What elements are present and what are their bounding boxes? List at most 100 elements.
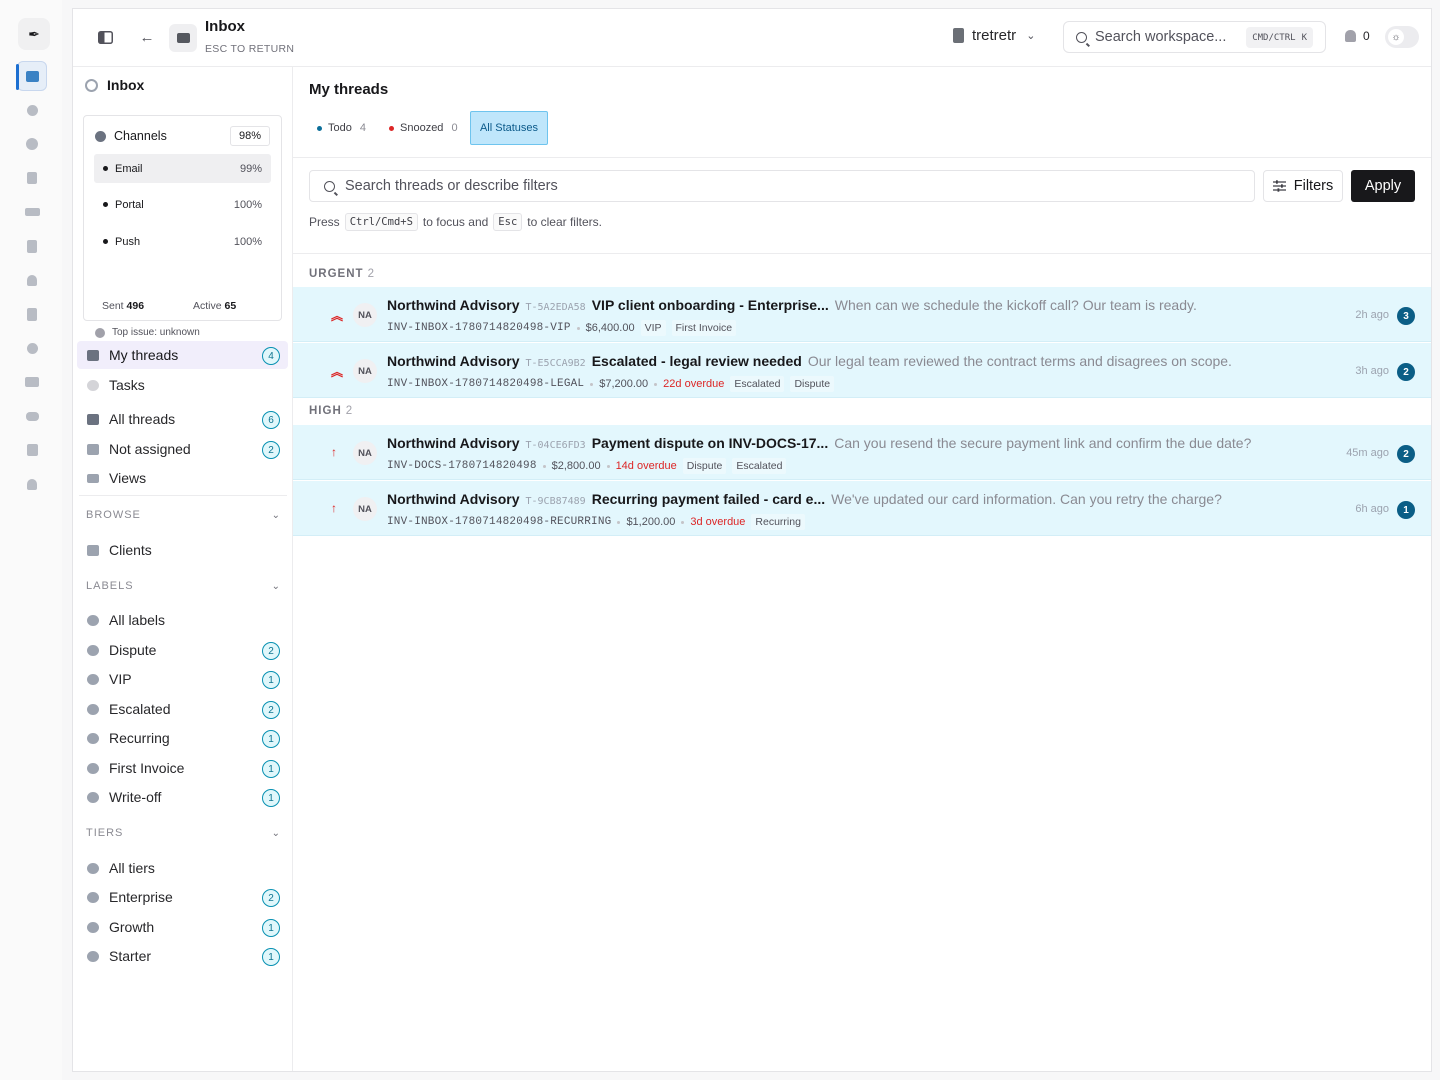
thread-row[interactable]: ↑ NA Northwind Advisory T-04CE6FD3 Payme…: [293, 425, 1431, 480]
rail-copy-icon[interactable]: [17, 163, 47, 193]
search-icon: [1076, 31, 1087, 43]
tag-icon: [87, 791, 99, 803]
sidebar-item-label-first-invoice[interactable]: First Invoice 1: [77, 754, 288, 782]
unread-badge: 2: [1397, 363, 1415, 381]
rail-users-icon[interactable]: [17, 401, 47, 431]
divider: [79, 495, 287, 496]
inbox-sidebar: Inbox Channels 98% Email 99% Portal 100%…: [73, 67, 293, 1071]
sidebar-item-label: Write-off: [109, 789, 162, 805]
app-logo[interactable]: ✒: [18, 18, 50, 50]
sidebar-item-label: All threads: [109, 411, 176, 427]
tag-icon: [87, 762, 99, 774]
status-tab-snoozed[interactable]: Snoozed 0: [381, 111, 466, 145]
thread-row[interactable]: ︽ NA Northwind Advisory T-5A2EDA58 VIP c…: [293, 287, 1431, 342]
avatar: NA: [353, 359, 377, 383]
page-title: Inbox: [205, 18, 245, 35]
rail-globe-icon[interactable]: [17, 129, 47, 159]
status-tab-todo[interactable]: Todo 4: [309, 111, 374, 145]
filters-button[interactable]: Filters: [1263, 170, 1343, 202]
apply-button[interactable]: Apply: [1351, 170, 1415, 202]
search-hint: Press Ctrl/Cmd+S to focus and Esc to cle…: [309, 213, 602, 231]
overdue-label: 14d overdue: [615, 460, 677, 472]
sidebar-item-not-assigned[interactable]: Not assigned 2: [77, 435, 288, 463]
rail-folder-icon[interactable]: [17, 367, 47, 397]
sidebar-item-tier-starter[interactable]: Starter 1: [77, 942, 288, 970]
tag: Escalated: [732, 458, 787, 474]
rail-inbox-icon[interactable]: [16, 61, 47, 91]
rail-invoice-icon[interactable]: [17, 299, 47, 329]
channel-push[interactable]: Push 100%: [94, 227, 271, 256]
sidebar-item-label: Enterprise: [109, 889, 173, 905]
invoice-id: INV-INBOX-1780714820498-LEGAL: [387, 378, 585, 390]
tiers-section-toggle[interactable]: TIERS ⌄: [86, 827, 281, 839]
count-badge: 6: [262, 411, 280, 429]
browse-section-toggle[interactable]: BROWSE ⌄: [86, 509, 281, 521]
building-icon: [953, 28, 964, 43]
sidebar-item-label-recurring[interactable]: Recurring 1: [77, 724, 288, 752]
rail-bell-icon[interactable]: [17, 265, 47, 295]
avatar: NA: [353, 303, 377, 327]
app-frame: ← Inbox ESC TO RETURN tretretr ⌄ Search …: [72, 8, 1432, 1072]
threads-panel: My threads Todo 4 Snoozed 0 All Statuses…: [293, 67, 1431, 1071]
thread-meta: INV-INBOX-1780714820498-VIP $6,400.00 VI…: [387, 320, 737, 336]
rail-bell-2-icon[interactable]: [17, 469, 47, 499]
sidebar-item-tier-enterprise[interactable]: Enterprise 2: [77, 883, 288, 911]
sidebar-item-label-write-off[interactable]: Write-off 1: [77, 783, 288, 811]
bullet-icon: [103, 202, 108, 207]
group-header-urgent: URGENT 2: [309, 268, 375, 280]
rail-card-icon[interactable]: [17, 197, 47, 227]
sidebar-item-label-vip[interactable]: VIP 1: [77, 665, 288, 693]
section-heading: TIERS: [86, 827, 124, 839]
thread-headline: Northwind Advisory T-9CB87489 Recurring …: [387, 491, 1222, 507]
count-badge: 1: [262, 948, 280, 966]
rail-wand-icon[interactable]: [17, 95, 47, 125]
sidebar-item-all-labels[interactable]: All labels: [77, 606, 288, 634]
sidebar-item-label: Tasks: [109, 377, 145, 393]
channel-email[interactable]: Email 99%: [94, 154, 271, 183]
rail-calendar-icon[interactable]: [17, 435, 47, 465]
thread-row[interactable]: ↑ NA Northwind Advisory T-9CB87489 Recur…: [293, 481, 1431, 536]
rail-clock-icon[interactable]: [17, 333, 47, 363]
workspace-search[interactable]: Search workspace... CMD/CTRL K: [1063, 21, 1326, 53]
thread-subject: Escalated - legal review needed: [591, 353, 802, 369]
thread-search-input[interactable]: Search threads or describe filters: [309, 170, 1255, 202]
thread-headline: Northwind Advisory T-5A2EDA58 VIP client…: [387, 297, 1197, 313]
sidebar-item-label-escalated[interactable]: Escalated 2: [77, 695, 288, 723]
sent-stat: Sent 496: [102, 300, 145, 312]
count-badge: 1: [262, 760, 280, 778]
sidebar-item-label: All tiers: [109, 860, 155, 876]
channel-value: 100%: [233, 235, 262, 248]
thread-row[interactable]: ︽ NA Northwind Advisory T-E5CCA9B2 Escal…: [293, 343, 1431, 398]
sidebar-item-label-dispute[interactable]: Dispute 2: [77, 636, 288, 664]
sliders-icon: [87, 473, 99, 483]
channel-stats: Sent 496 Active 65: [102, 300, 236, 312]
rail-document-icon[interactable]: [17, 231, 47, 261]
invoice-id: INV-INBOX-1780714820498-VIP: [387, 322, 571, 334]
sidebar-item-tier-growth[interactable]: Growth 1: [77, 913, 288, 941]
status-tab-all[interactable]: All Statuses: [470, 111, 548, 145]
filters-label: Filters: [1293, 178, 1334, 194]
thread-subject: Recurring payment failed - card e...: [591, 491, 826, 507]
ticket-id: T-9CB87489: [525, 496, 586, 507]
tag: Dispute: [682, 458, 727, 474]
workspace-switcher[interactable]: tretretr ⌄: [953, 27, 1035, 44]
sidebar-item-tasks[interactable]: Tasks: [77, 371, 288, 399]
chevron-down-icon: ⌄: [271, 827, 281, 839]
sidebar-item-all-tiers[interactable]: All tiers: [77, 854, 288, 882]
sidebar-item-clients[interactable]: Clients: [77, 536, 288, 564]
sidebar-item-label: Not assigned: [109, 441, 191, 457]
toggle-sidebar-icon[interactable]: [97, 29, 113, 45]
sliders-icon: [1272, 180, 1286, 192]
notifications-button[interactable]: 0: [1345, 29, 1370, 43]
sidebar-item-views[interactable]: Views: [77, 464, 288, 492]
sidebar-item-my-threads[interactable]: My threads 4: [77, 341, 288, 369]
theme-toggle[interactable]: ☼: [1385, 26, 1419, 48]
labels-section-toggle[interactable]: LABELS ⌄: [86, 580, 281, 592]
amount: $1,200.00: [626, 516, 676, 528]
thread-meta: INV-DOCS-1780714820498 $2,800.00 14d ove…: [387, 458, 787, 474]
bullet-icon: [103, 239, 108, 244]
channels-card: Channels 98% Email 99% Portal 100% Push …: [83, 115, 282, 338]
sidebar-item-all-threads[interactable]: All threads 6: [77, 405, 288, 433]
channel-portal[interactable]: Portal 100%: [94, 190, 271, 219]
back-arrow-icon[interactable]: ←: [139, 29, 155, 46]
